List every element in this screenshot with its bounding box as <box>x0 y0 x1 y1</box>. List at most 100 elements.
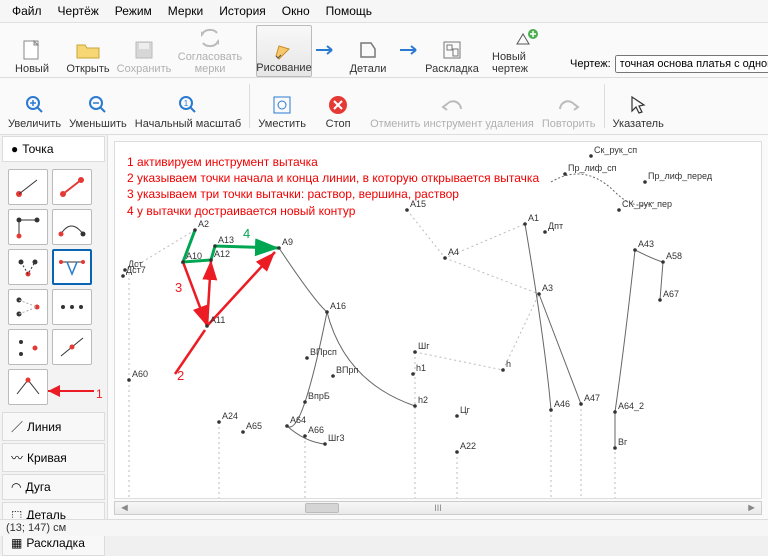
status-bar: (13; 147) см <box>0 519 768 536</box>
stop-icon <box>324 92 352 118</box>
svg-text:ВПрсп: ВПрсп <box>310 347 337 357</box>
arrow-icon <box>396 44 424 59</box>
pointer-button[interactable]: Указатель <box>609 80 668 132</box>
svg-text:А46: А46 <box>554 399 570 409</box>
scroll-left-icon[interactable]: ◄ <box>115 502 134 514</box>
stop-button[interactable]: Стоп <box>310 80 366 132</box>
pencil-icon <box>270 36 298 62</box>
svg-text:А60: А60 <box>132 369 148 379</box>
category-curve[interactable]: 〰Кривая <box>2 443 105 472</box>
zoom-in-button[interactable]: Увеличить <box>4 80 65 132</box>
menu-mode[interactable]: Режим <box>109 2 158 20</box>
svg-text:Цг: Цг <box>460 405 471 415</box>
menu-measure[interactable]: Мерки <box>162 2 209 20</box>
horizontal-scrollbar[interactable]: ◄ III ► <box>114 501 762 515</box>
svg-text:А64: А64 <box>290 415 306 425</box>
mode-drawing-button[interactable]: Рисование <box>256 25 312 77</box>
category-arc[interactable]: ◠Дуга <box>2 474 105 500</box>
folder-open-icon <box>74 37 102 63</box>
menu-help[interactable]: Помощь <box>320 2 378 20</box>
tool-point-3[interactable] <box>8 209 48 245</box>
scroll-right-icon[interactable]: ► <box>742 502 761 514</box>
fit-button[interactable]: Уместить <box>254 80 310 132</box>
undo-delete-button[interactable]: Отменить инструмент удаления <box>366 80 538 132</box>
zoom-reset-button[interactable]: 1 Начальный масштаб <box>131 80 245 132</box>
drawing-label: Чертеж: <box>570 58 611 70</box>
arc-icon: ◠ <box>11 480 21 494</box>
new-button[interactable]: Новый <box>4 25 60 77</box>
svg-text:А43: А43 <box>638 239 654 249</box>
drawing-name-input[interactable] <box>615 55 768 73</box>
save-button[interactable]: Сохранить <box>116 25 172 77</box>
svg-text:А9: А9 <box>282 237 293 247</box>
zoom-in-icon <box>21 92 49 118</box>
svg-text:А65: А65 <box>246 421 262 431</box>
svg-text:А66: А66 <box>308 425 324 435</box>
tool-point-4[interactable] <box>52 209 92 245</box>
zoom-out-icon <box>84 92 112 118</box>
svg-text:А13: А13 <box>218 235 234 245</box>
svg-text:Дпт: Дпт <box>548 221 563 231</box>
sync-measures-button[interactable]: Согласовать мерки <box>172 25 248 77</box>
annotation-num-2: 2 <box>177 368 184 383</box>
svg-text:А11: А11 <box>210 315 225 325</box>
svg-text:А67: А67 <box>663 289 679 299</box>
tool-point-10[interactable] <box>52 329 92 365</box>
redo-icon <box>555 92 583 118</box>
tool-dart[interactable] <box>52 249 92 285</box>
svg-text:h2: h2 <box>418 395 428 405</box>
menu-drawing[interactable]: Чертёж <box>52 2 105 20</box>
category-point[interactable]: ●Точка <box>2 136 105 162</box>
scrollbar-thumb[interactable] <box>305 503 339 513</box>
tool-point-1[interactable] <box>8 169 48 205</box>
tool-point-8[interactable] <box>52 289 92 325</box>
svg-text:А2: А2 <box>198 219 209 229</box>
svg-text:Пр_лиф_сп: Пр_лиф_сп <box>568 163 617 173</box>
svg-text:А24: А24 <box>222 411 238 421</box>
curve-icon: 〰 <box>11 449 23 466</box>
redo-button[interactable]: Повторить <box>538 80 600 132</box>
svg-text:А12: А12 <box>214 249 230 259</box>
open-button[interactable]: Открыть <box>60 25 116 77</box>
fit-icon <box>268 92 296 118</box>
svg-text:А16: А16 <box>330 301 346 311</box>
zoom-out-button[interactable]: Уменьшить <box>65 80 131 132</box>
svg-text:Вг: Вг <box>618 437 628 447</box>
line-icon: ／ <box>11 418 23 435</box>
menu-window[interactable]: Окно <box>276 2 316 20</box>
svg-text:А64_2: А64_2 <box>618 401 644 411</box>
add-drawing-icon <box>513 25 541 51</box>
svg-text:А4: А4 <box>448 247 459 257</box>
mode-details-button[interactable]: Детали <box>340 25 396 77</box>
category-line[interactable]: ／Линия <box>2 412 105 441</box>
main-toolbar: Новый Открыть Сохранить Согласовать мерк… <box>0 23 768 78</box>
svg-text:А3: А3 <box>542 283 553 293</box>
status-coords: (13; 147) см <box>6 522 66 534</box>
new-drawing-button[interactable]: Новый чертеж <box>488 25 566 77</box>
svg-text:ВПрп: ВПрп <box>336 365 358 375</box>
svg-text:Шг3: Шг3 <box>328 433 345 443</box>
tool-point-5[interactable] <box>8 249 48 285</box>
menu-file[interactable]: Файл <box>6 2 48 20</box>
menu-history[interactable]: История <box>213 2 272 20</box>
svg-text:СК_рук_пер: СК_рук_пер <box>622 199 672 209</box>
svg-text:Пр_лиф_перед: Пр_лиф_перед <box>648 171 713 181</box>
undo-icon <box>438 92 466 118</box>
svg-text:Шг: Шг <box>418 341 430 351</box>
svg-text:1: 1 <box>184 99 189 108</box>
tool-point-9[interactable] <box>8 329 48 365</box>
svg-text:h1: h1 <box>416 363 426 373</box>
mode-layout-button[interactable]: Раскладка <box>424 25 480 77</box>
svg-text:А47: А47 <box>584 393 600 403</box>
details-icon <box>354 37 382 63</box>
svg-text:h: h <box>506 359 511 369</box>
svg-text:А15: А15 <box>410 199 426 209</box>
layout-icon <box>438 37 466 63</box>
canvas-area: 1 активируем инструмент вытачка 2 указыв… <box>108 135 768 519</box>
tool-point-2[interactable] <box>52 169 92 205</box>
menu-bar: Файл Чертёж Режим Мерки История Окно Пом… <box>0 0 768 23</box>
drawing-canvas[interactable]: 1 активируем инструмент вытачка 2 указыв… <box>114 141 762 499</box>
tool-palette: ●Точка 1 ／Линия 〰Кривая ◠Дуга ⬚Деталь ▦Р… <box>0 135 108 519</box>
tool-point-7[interactable] <box>8 289 48 325</box>
svg-text:А22: А22 <box>460 441 476 451</box>
